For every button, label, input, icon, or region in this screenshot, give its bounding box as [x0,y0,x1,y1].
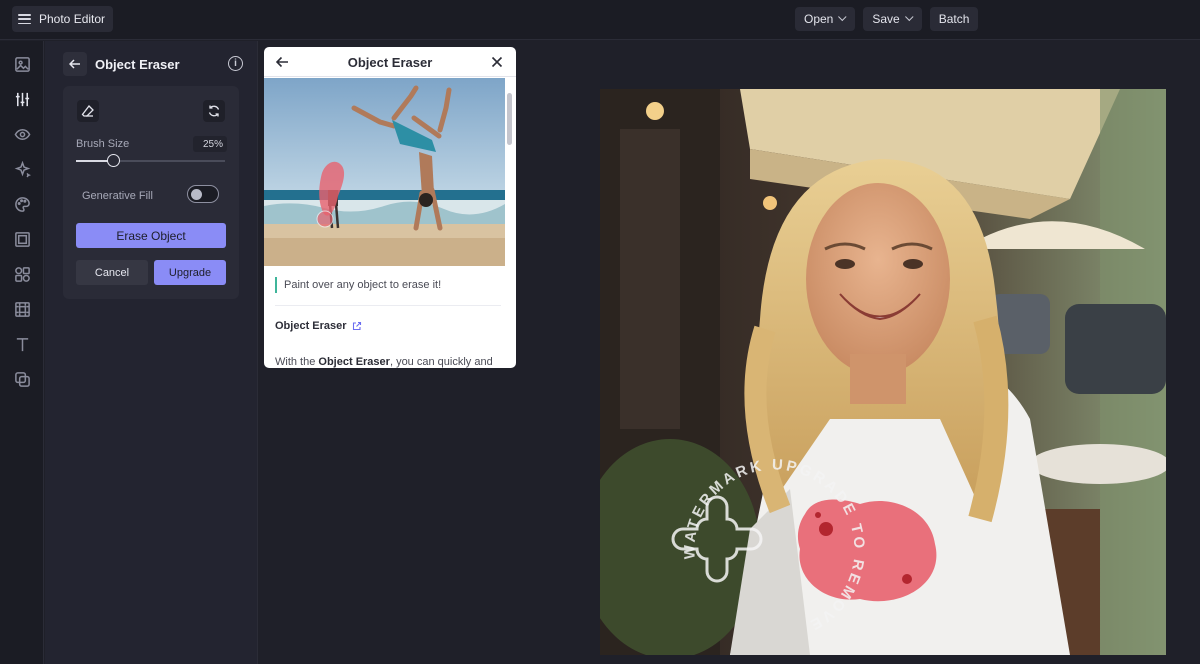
sparkle-icon[interactable] [13,160,31,178]
close-icon[interactable] [491,56,503,68]
external-link-icon [352,321,361,331]
link-label: Object Eraser [275,320,347,332]
object-eraser-link[interactable]: Object Eraser [275,320,362,332]
upgrade-button[interactable]: Upgrade [154,260,226,285]
photo-canvas[interactable]: WATERMARK UPGRADE TO REMOVE [600,89,1166,655]
chevron-down-icon [838,12,847,22]
texture-icon[interactable] [13,300,31,318]
body-prefix: With the [275,356,319,368]
body-suffix: , you can quickly and [389,356,493,368]
brush-size-handle[interactable] [107,154,121,167]
tool-rail [0,41,44,664]
tip-text: Paint over any object to erase it! [275,277,441,293]
brush-size-value[interactable]: 25% [193,136,227,152]
eraser-tool-button[interactable] [77,100,99,122]
open-button[interactable]: Open [795,7,856,31]
cancel-button[interactable]: Cancel [76,260,148,285]
panel-title: Object Eraser [95,56,180,72]
object-eraser-panel: Object Eraser i Brush Size 25% Generativ… [45,41,258,664]
erase-object-button[interactable]: Erase Object [76,223,226,248]
panel-header: Object Eraser i [63,51,243,77]
image-icon[interactable] [13,55,31,73]
popup-header: Object Eraser [264,47,516,77]
save-button[interactable]: Save [863,7,922,31]
help-popup: Object Eraser Paint over any object to e… [264,47,516,368]
divider [275,305,501,306]
reset-button[interactable] [203,100,225,122]
save-label: Save [872,12,900,26]
batch-label: Batch [938,12,970,26]
arrow-left-icon [69,59,80,69]
frame-icon[interactable] [13,230,31,248]
brush-size-slider[interactable] [76,154,225,167]
chevron-down-icon [904,12,914,22]
open-label: Open [804,12,834,26]
app-title: Photo Editor [39,12,106,26]
back-button[interactable] [63,52,87,76]
generative-fill-label: Generative Fill [82,190,153,202]
popup-title: Object Eraser [347,55,433,70]
top-bar: Photo Editor Open Save Batch [0,0,1200,40]
popup-scrollbar[interactable] [507,81,512,367]
eraser-icon [81,105,94,117]
popup-description: With the Object Eraser, you can quickly … [275,356,503,368]
brush-size-label: Brush Size [76,138,130,150]
photo: WATERMARK UPGRADE TO REMOVE [600,89,1166,655]
batch-button[interactable]: Batch [929,7,979,31]
eraser-settings-card: Brush Size 25% Generative Fill Erase Obj… [63,86,239,299]
text-icon[interactable] [13,335,31,353]
adjust-sliders-icon[interactable] [13,90,31,108]
beach-example-image [264,78,505,266]
refresh-icon [208,105,220,117]
info-icon[interactable]: i [228,56,243,71]
app-menu-button[interactable]: Photo Editor [12,6,114,32]
scrollbar-thumb[interactable] [507,93,512,145]
hamburger-menu-icon [18,14,31,24]
generative-fill-toggle[interactable] [187,185,219,203]
palette-icon[interactable] [13,195,31,213]
layers-icon[interactable] [13,370,31,388]
top-actions: Open Save Batch [795,7,979,31]
elements-icon[interactable] [13,265,31,283]
body-bold: Object Eraser [318,356,390,368]
eye-icon[interactable] [13,125,31,143]
